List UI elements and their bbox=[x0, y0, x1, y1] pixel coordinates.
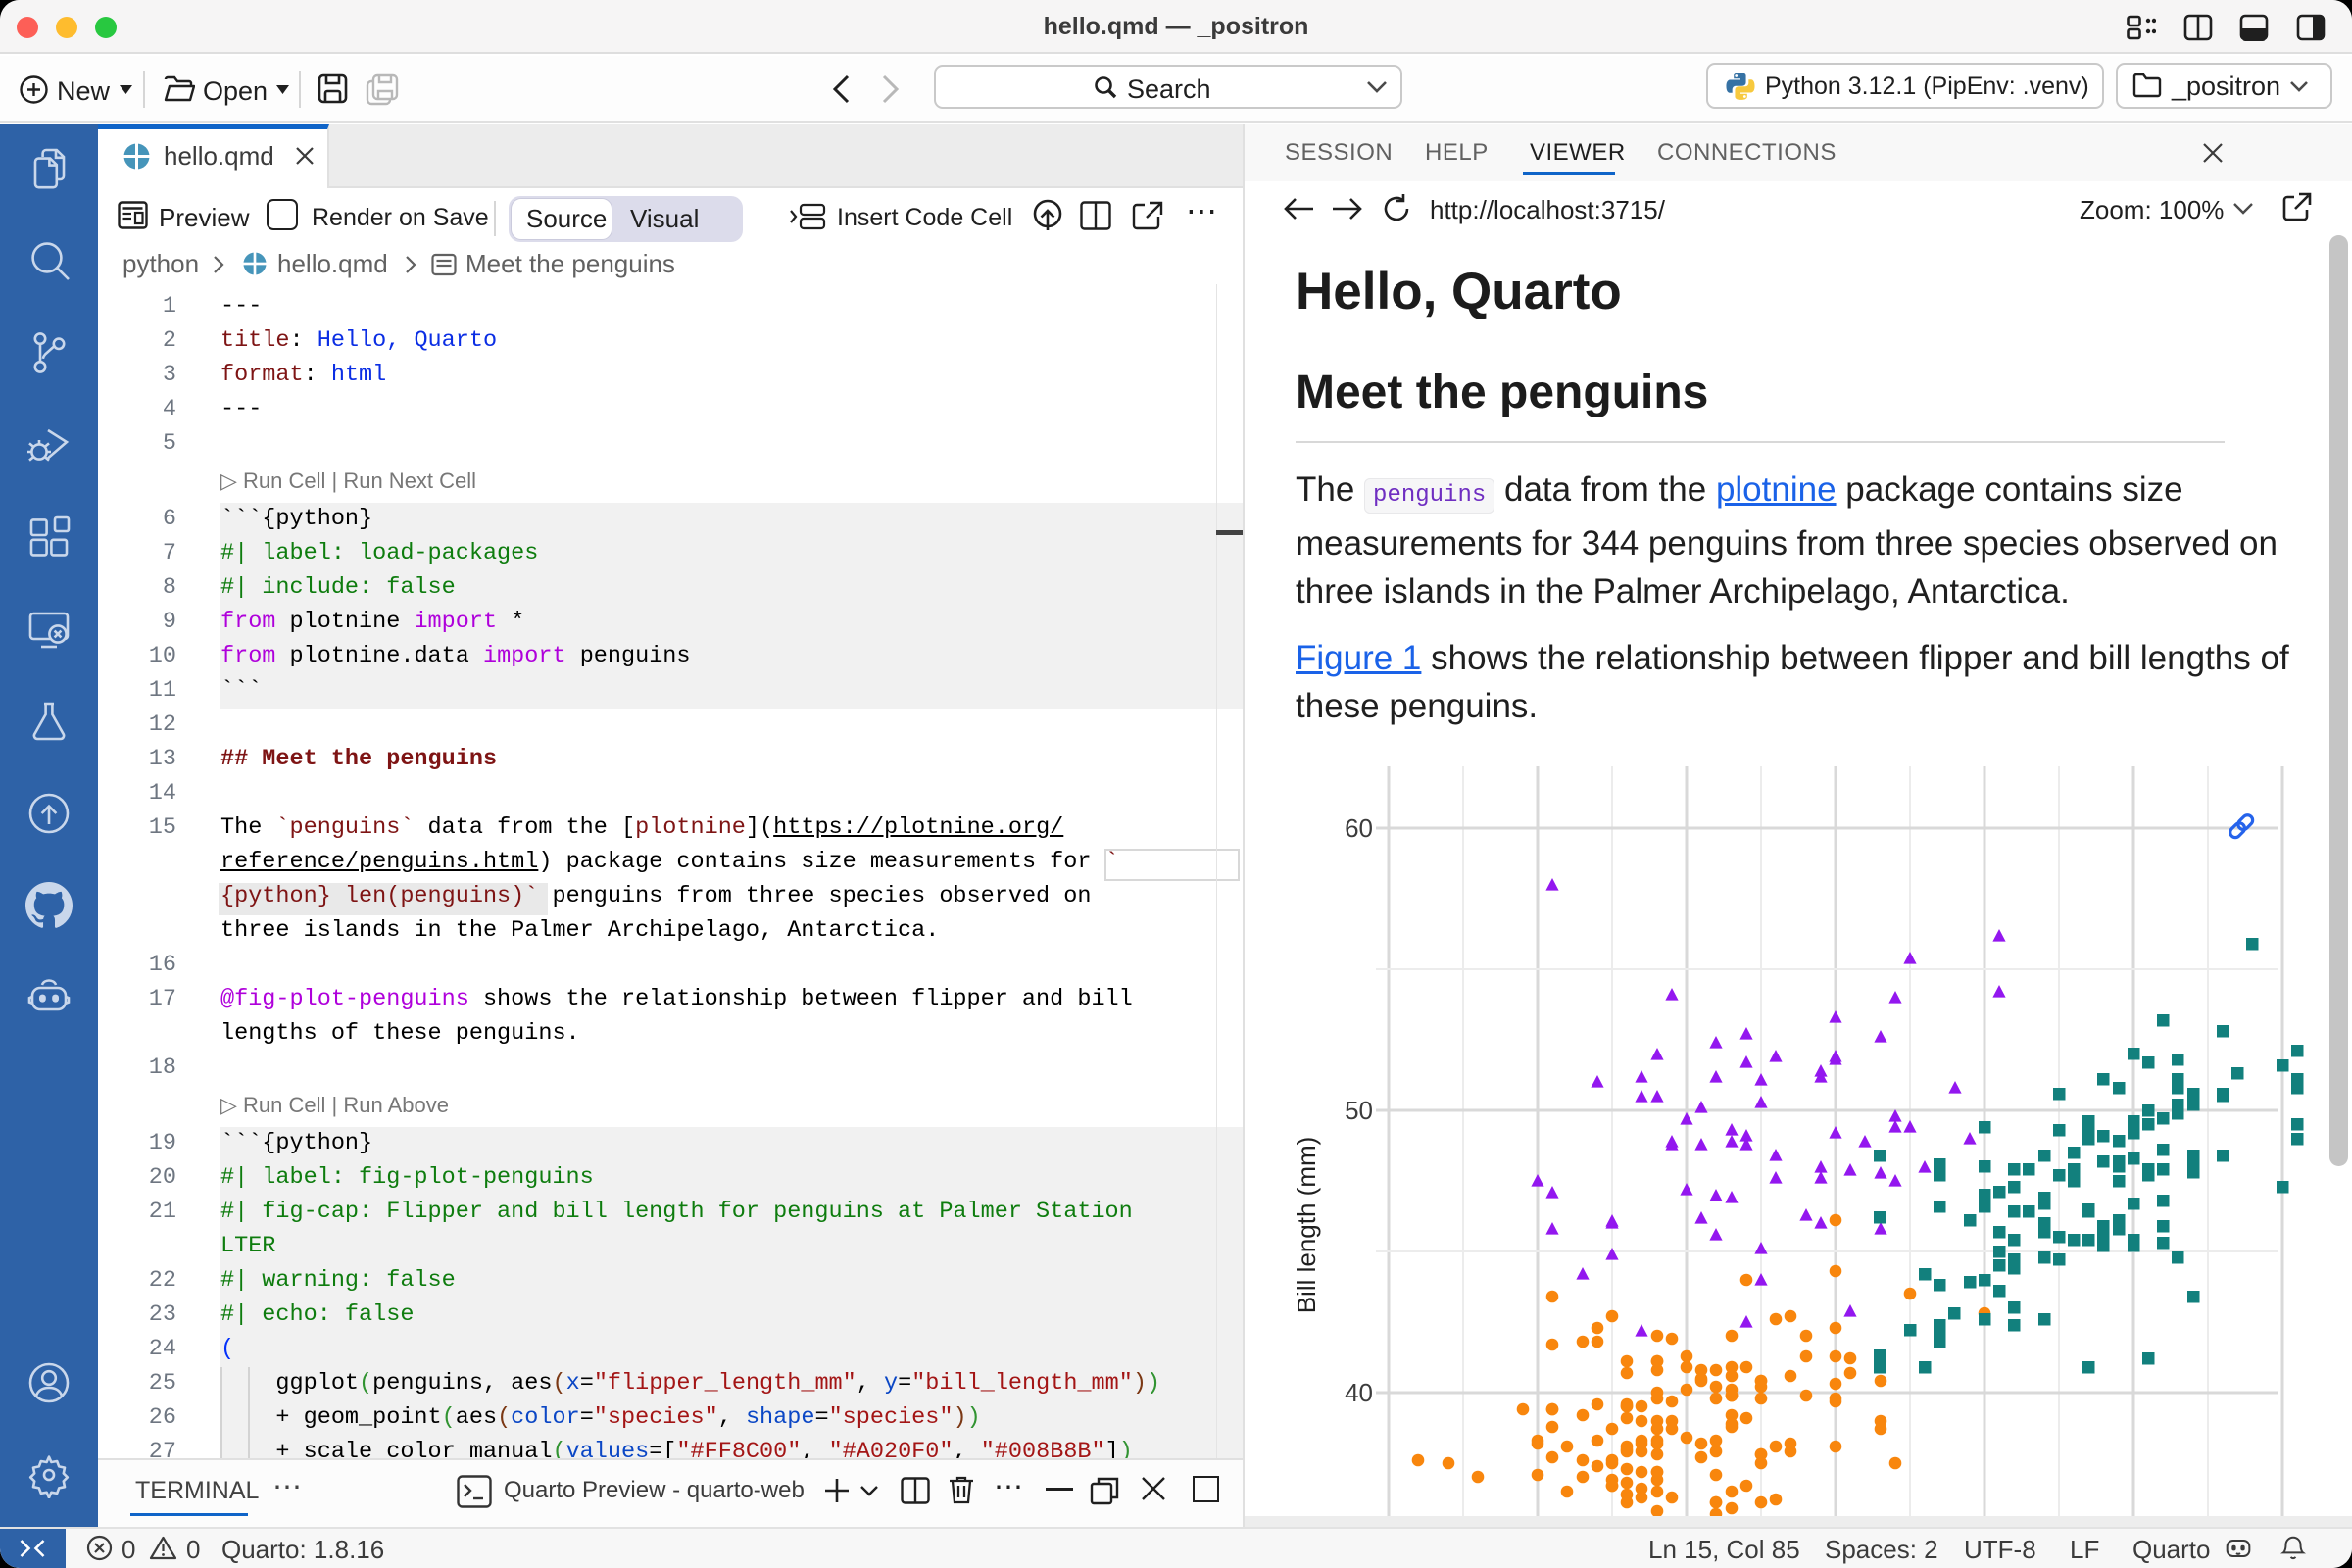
svg-text:50: 50 bbox=[1345, 1096, 1373, 1125]
svg-text:60: 60 bbox=[1345, 813, 1373, 843]
svg-text:40: 40 bbox=[1345, 1378, 1373, 1407]
svg-text:Bill length (mm): Bill length (mm) bbox=[1292, 1137, 1321, 1314]
